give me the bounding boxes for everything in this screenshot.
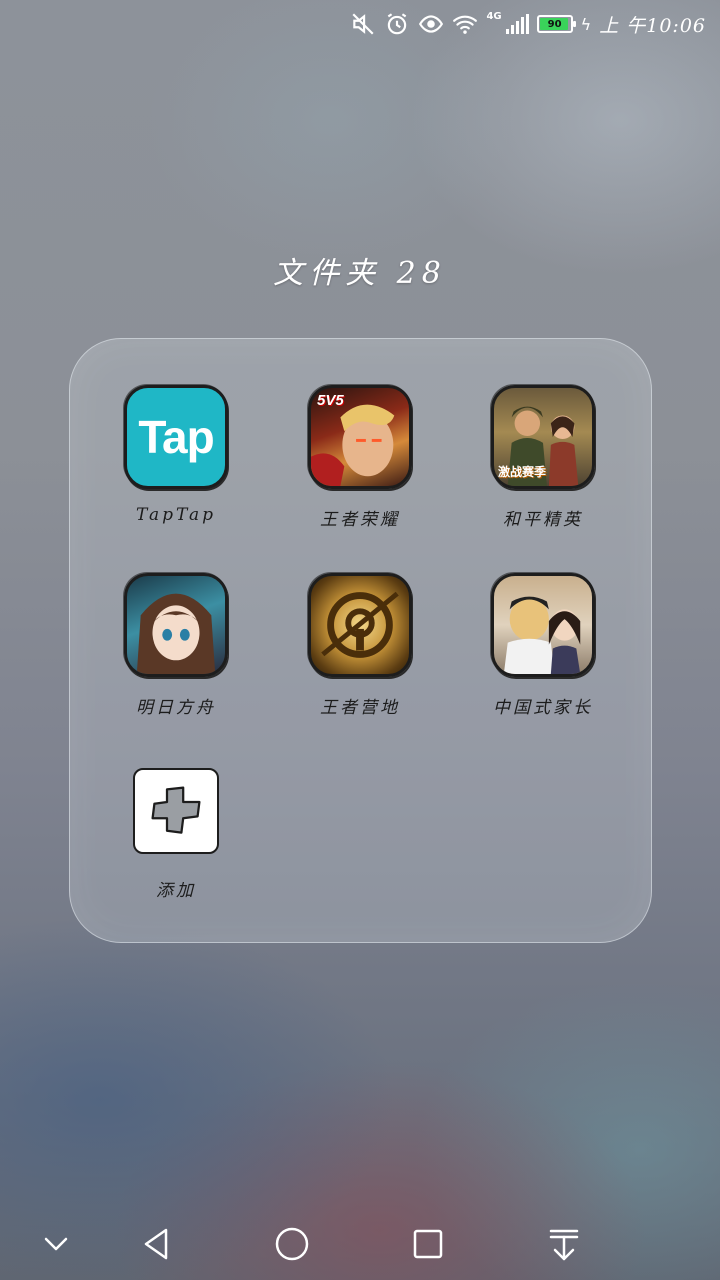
mingri-fangzhou-icon[interactable]	[124, 573, 228, 677]
wifi-icon	[452, 11, 478, 37]
eye-comfort-icon	[418, 11, 444, 37]
back-icon[interactable]	[132, 1220, 180, 1268]
clock: 上 午10:06	[599, 14, 706, 37]
mute-icon	[350, 11, 376, 37]
app-taptap[interactable]: Tap TapTap	[96, 385, 256, 525]
app-label: TapTap	[135, 505, 217, 525]
add-app-button[interactable]: 添加	[96, 759, 256, 901]
add-label: 添加	[156, 881, 196, 901]
collapse-icon[interactable]	[32, 1220, 80, 1268]
folder-panel: Tap TapTap 5V5 王者荣耀 激战赛季 和平精英 明日方舟 王者营地 …	[69, 338, 652, 943]
battery-icon: 90	[536, 15, 576, 33]
game-event-text: 激战赛季	[498, 465, 547, 479]
plus-icon	[151, 786, 201, 834]
app-wangzhe-yingdi[interactable]: 王者营地	[280, 573, 440, 718]
battery-level: 90	[547, 18, 562, 30]
alarm-icon	[384, 11, 410, 37]
app-label: 王者营地	[320, 698, 400, 718]
wangzhe-rongyao-icon[interactable]: 5V5	[308, 385, 412, 489]
app-label: 和平精英	[503, 510, 583, 530]
add-tile[interactable]	[133, 768, 219, 854]
charging-icon: ϟ	[580, 14, 592, 34]
zhongguoshi-jiazhang-icon[interactable]	[491, 573, 595, 677]
app-heping-jingying[interactable]: 激战赛季 和平精英	[463, 385, 623, 530]
signal-icon	[505, 14, 529, 34]
app-label: 中国式家长	[493, 698, 593, 718]
heping-jingying-icon[interactable]: 激战赛季	[491, 385, 595, 489]
app-mingri-fangzhou[interactable]: 明日方舟	[96, 573, 256, 718]
status-bar: 4G 90 ϟ 上 午10:06	[0, 0, 720, 48]
wangzhe-yingdi-icon[interactable]	[308, 573, 412, 677]
folder-title[interactable]: 文件夹 28	[0, 248, 720, 292]
taptap-icon[interactable]: Tap	[124, 385, 228, 489]
recents-icon[interactable]	[404, 1220, 452, 1268]
home-icon[interactable]	[268, 1220, 316, 1268]
app-label: 明日方舟	[136, 698, 216, 718]
game-logo-text: 5V5	[317, 392, 344, 409]
app-wangzhe-rongyao[interactable]: 5V5 王者荣耀	[280, 385, 440, 530]
app-label: 王者荣耀	[320, 510, 400, 530]
network-type: 4G	[486, 10, 502, 22]
taptap-logo-text: Tap	[138, 411, 214, 463]
navigation-bar	[0, 1208, 720, 1280]
app-zhongguoshi-jiazhang[interactable]: 中国式家长	[463, 573, 623, 718]
notification-pulldown-icon[interactable]	[540, 1220, 588, 1268]
